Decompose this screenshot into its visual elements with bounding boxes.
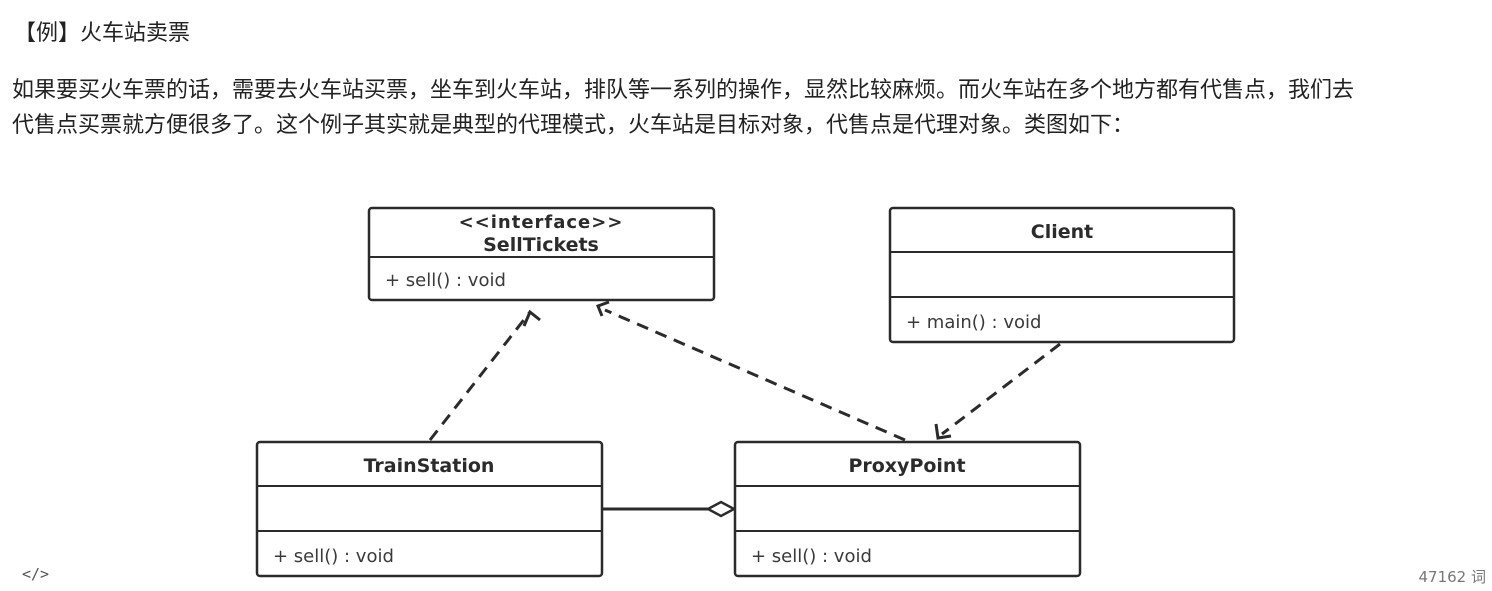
dependency-client-proxypoint (941, 342, 1061, 436)
uml-class-diagram: <<interface>> SellTickets + sell() : voi… (255, 206, 1236, 578)
realization-trainstation-sellticket (428, 311, 532, 441)
proxypoint-operation: + sell() : void (751, 546, 872, 567)
code-view-icon[interactable]: </> (22, 565, 49, 583)
class-proxypoint: ProxyPoint + sell() : void (733, 440, 1082, 578)
realization-arrowhead-right (596, 300, 610, 317)
class-trainstation: TrainStation + sell() : void (255, 440, 604, 578)
client-name: Client (1031, 221, 1093, 243)
class-client: Client + main() : void (888, 206, 1236, 344)
realization-proxypoint-sellticket (604, 308, 906, 442)
word-count: 47162 词 (1404, 566, 1486, 587)
proxypoint-name: ProxyPoint (848, 455, 965, 477)
selltickets-operation: + sell() : void (385, 270, 506, 291)
client-operation: + main() : void (906, 312, 1041, 333)
selltickets-stereotype: <<interface>> (459, 212, 624, 233)
realization-arrowhead-left (522, 309, 541, 327)
class-selltickets: <<interface>> SellTickets + sell() : voi… (367, 206, 716, 302)
aggregation-diamond (705, 500, 737, 518)
trainstation-operation: + sell() : void (273, 546, 394, 567)
selltickets-name: SellTickets (483, 234, 599, 256)
trainstation-name: TrainStation (364, 455, 495, 477)
